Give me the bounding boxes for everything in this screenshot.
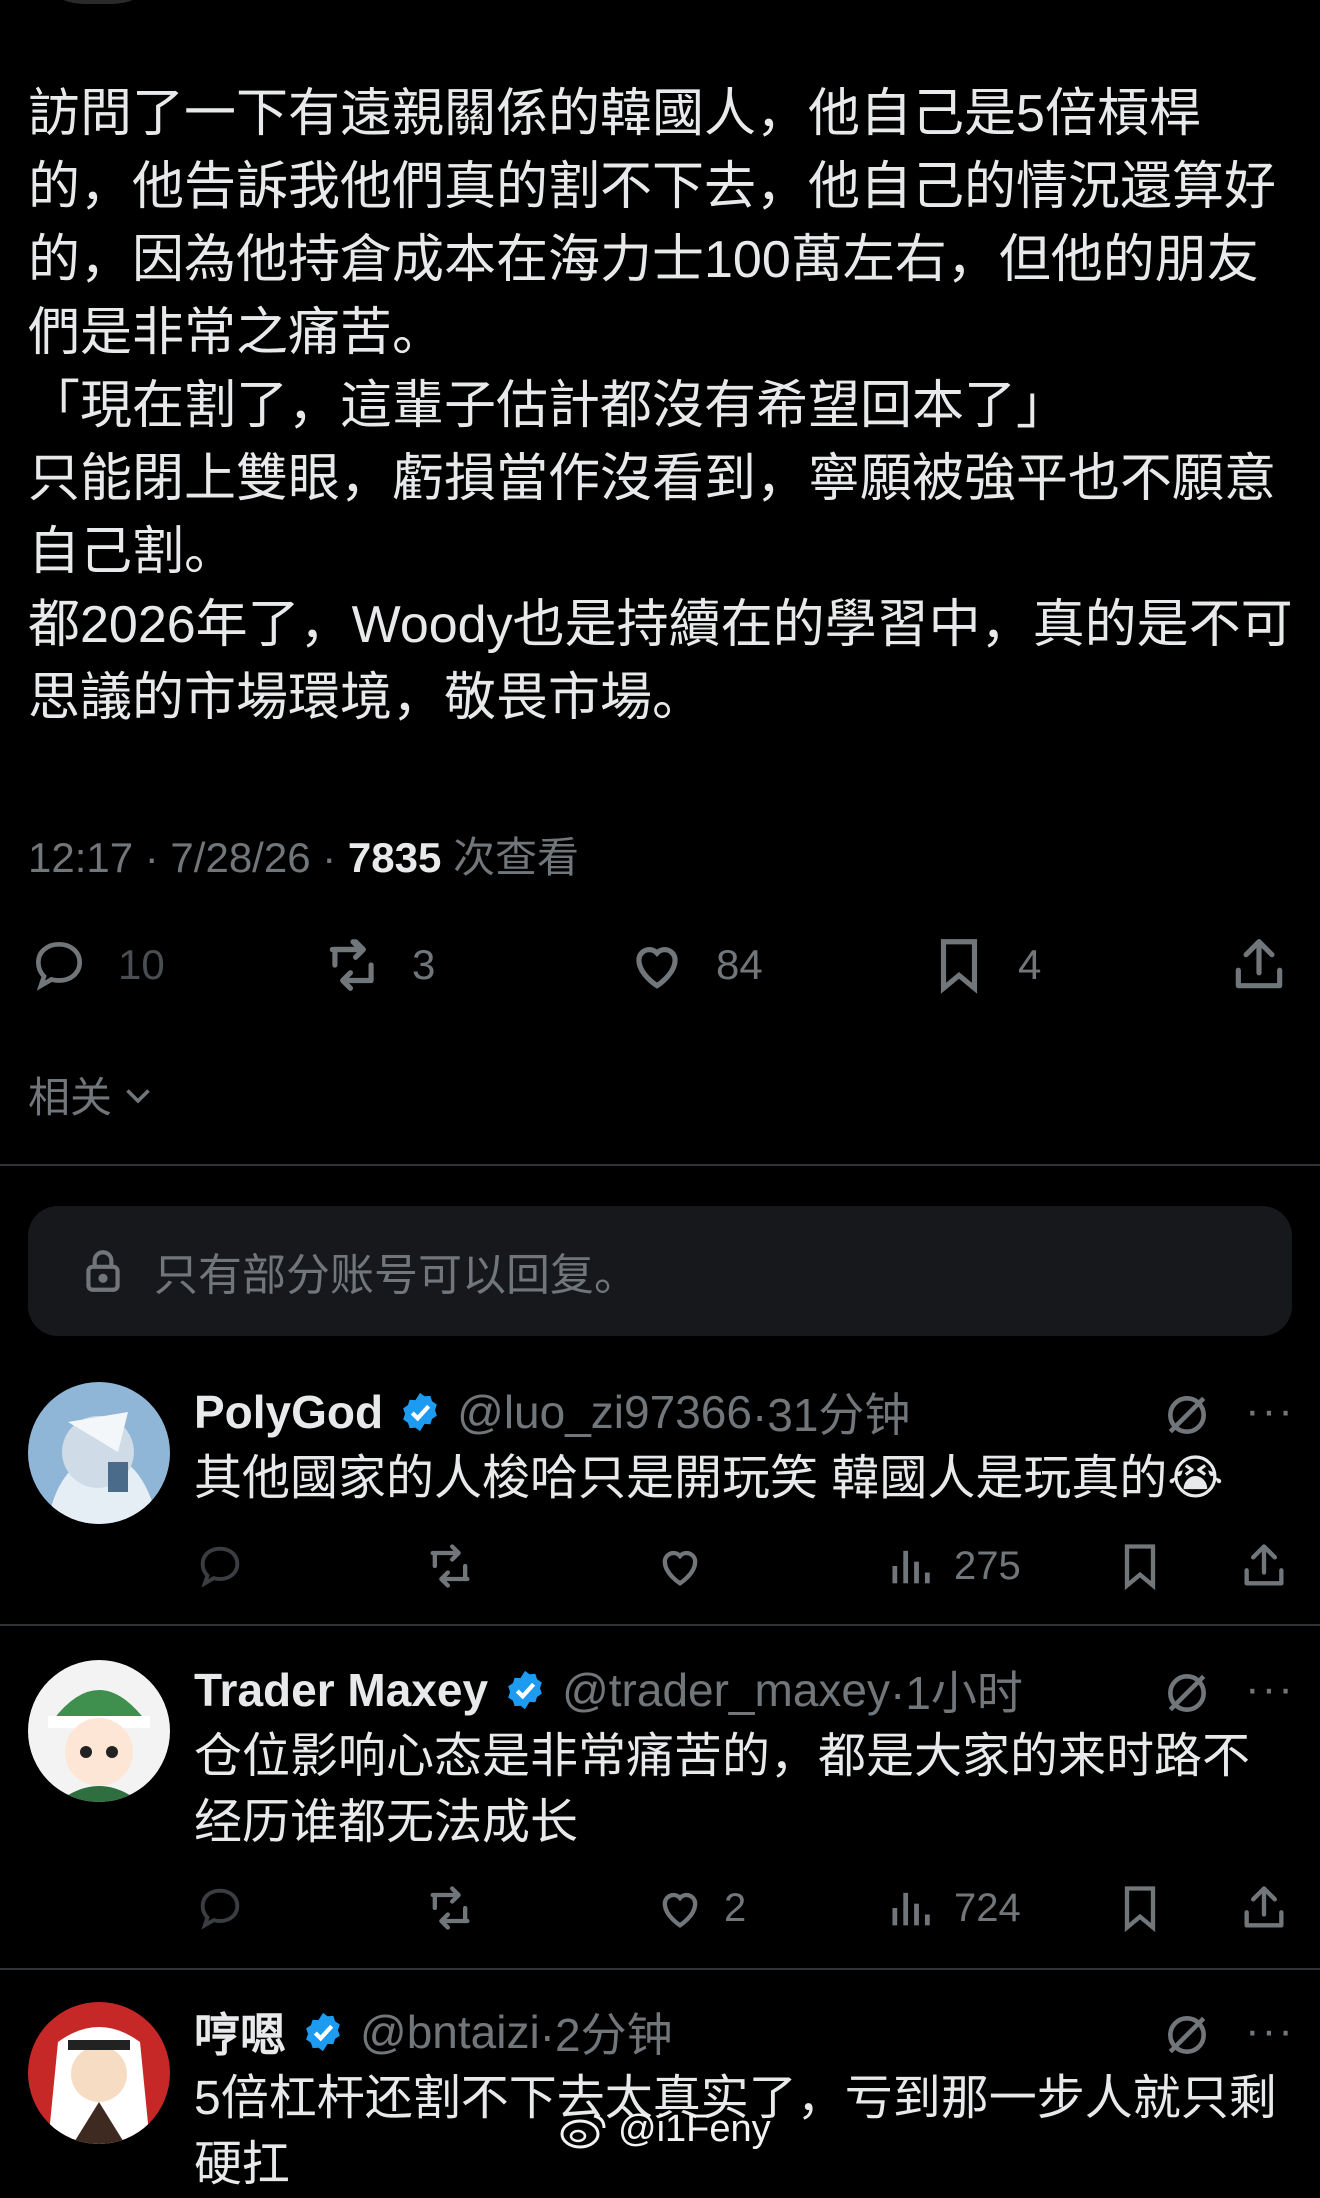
- lock-icon: [86, 1250, 120, 1292]
- bookmark-button[interactable]: 4: [928, 925, 1041, 1005]
- like-count: 84: [716, 941, 763, 988]
- reply-button[interactable]: 10: [28, 925, 165, 1005]
- heart-icon: [662, 1892, 698, 1928]
- heart-icon: [636, 947, 678, 989]
- share-button[interactable]: [1238, 1534, 1290, 1598]
- repost-icon: [430, 1544, 470, 1588]
- reply-icon: [200, 1888, 240, 1930]
- heart-icon: [662, 1550, 698, 1586]
- repost-button[interactable]: 3: [322, 925, 435, 1005]
- verified-badge-icon: [508, 1670, 542, 1710]
- view-label: 次查看: [441, 834, 579, 881]
- author-avatar[interactable]: [28, 0, 168, 4]
- like-button[interactable]: 2: [654, 1876, 746, 1940]
- avatar[interactable]: [28, 1660, 170, 1802]
- tweet-paragraph: 「現在割了，這輩子估計都沒有希望回本了」: [28, 377, 1069, 435]
- more-icon[interactable]: ···: [1245, 1386, 1295, 1436]
- chevron-down-icon: [126, 1088, 150, 1104]
- divider: [0, 1164, 1320, 1166]
- notice-text: 只有部分账号可以回复。: [154, 1251, 638, 1300]
- grok-icon[interactable]: [1162, 1390, 1212, 1440]
- share-icon: [1244, 1886, 1284, 1928]
- share-icon: [1244, 1544, 1284, 1586]
- related-toggle[interactable]: 相关: [28, 1064, 156, 1125]
- repost-icon: [430, 1886, 470, 1930]
- reply-actions: 2 724: [0, 1876, 1320, 1940]
- tweet-paragraph: 都2026年了，Woody也是持續在的學習中，真的是不可思議的市場環境，敬畏市場…: [28, 596, 1293, 727]
- weibo-icon: [560, 2114, 606, 2148]
- reply-time: ·1小时: [890, 1667, 1023, 1719]
- views-button[interactable]: 275: [884, 1534, 1021, 1598]
- display-name[interactable]: Trader Maxey: [194, 1663, 488, 1717]
- watermark-text: @i1Feny: [618, 2108, 771, 2150]
- divider: [0, 1968, 1320, 1970]
- verified-badge-icon: [403, 1392, 437, 1432]
- avatar[interactable]: [28, 2002, 170, 2144]
- bookmark-count: 4: [1018, 941, 1042, 988]
- repost-button[interactable]: [424, 1534, 476, 1598]
- tweet-paragraph: 只能閉上雙眼，虧損當作沒看到，寧願被強平也不願意自己割。: [28, 450, 1277, 581]
- tweet-text: 訪問了一下有遠親關係的韓國人，他自己是5倍槓桿的，他告訴我他們真的割不下去，他自…: [28, 78, 1298, 735]
- divider: [0, 1624, 1320, 1626]
- reply-icon: [36, 942, 82, 991]
- bookmark-icon: [1124, 1886, 1156, 1933]
- verified-badge-icon: [306, 2012, 340, 2052]
- bookmark-icon: [940, 939, 978, 994]
- grok-icon[interactable]: [1162, 2010, 1212, 2060]
- tweet-actions: 10 3 84 4: [0, 925, 1320, 1005]
- bookmark-button[interactable]: [1114, 1534, 1166, 1598]
- share-button[interactable]: [1228, 925, 1290, 1005]
- analytics-icon: [892, 1892, 930, 1926]
- display-name[interactable]: 哼嗯: [194, 1999, 286, 2065]
- tweet-time[interactable]: 12:17 · 7/28/26 ·: [28, 834, 348, 881]
- reply-time: ·2分钟: [539, 2009, 673, 2061]
- view-count: 724: [954, 1885, 1021, 1930]
- tweet-meta: 12:17 · 7/28/26 · 7835 次查看: [28, 824, 579, 885]
- repost-button[interactable]: [424, 1876, 476, 1940]
- reply-time: ·31分钟: [751, 1389, 911, 1441]
- related-label: 相关: [28, 1074, 113, 1121]
- more-icon[interactable]: ···: [1245, 1664, 1295, 1714]
- like-button[interactable]: 84: [626, 925, 763, 1005]
- tweet-paragraph: 訪問了一下有遠親關係的韓國人，他自己是5倍槓桿的，他告訴我他們真的割不下去，他自…: [28, 85, 1277, 362]
- like-count: 2: [724, 1885, 747, 1930]
- repost-icon: [329, 939, 374, 991]
- views-button[interactable]: 724: [884, 1876, 1021, 1940]
- view-count: 7835: [347, 834, 442, 881]
- reply-header: 哼嗯 @bntaizi ·2分钟: [194, 2002, 673, 2062]
- bookmark-button[interactable]: [1114, 1876, 1166, 1940]
- reply-header: PolyGod @luo_zi97366·31分钟: [194, 1382, 910, 1442]
- share-icon: [1235, 939, 1283, 989]
- analytics-icon: [892, 1550, 930, 1584]
- display-name[interactable]: PolyGod: [194, 1385, 383, 1439]
- reply-count: 10: [118, 941, 165, 988]
- reply-button[interactable]: [194, 1534, 246, 1598]
- reply-button[interactable]: [194, 1876, 246, 1940]
- reply-text: 其他國家的人梭哈只是開玩笑 韓國人是玩真的😭: [194, 1452, 1224, 1505]
- handle[interactable]: @luo_zi97366: [457, 1385, 752, 1439]
- reply-restriction-notice: 只有部分账号可以回复。: [28, 1206, 1292, 1336]
- grok-icon[interactable]: [1162, 1668, 1212, 1718]
- reply-text: 仓位影响心态是非常痛苦的，都是大家的来时路不经历谁都无法成长: [194, 1730, 1251, 1849]
- watermark: @i1Feny: [560, 2108, 771, 2151]
- reply-actions: 275: [0, 1534, 1320, 1598]
- like-button[interactable]: [654, 1534, 706, 1598]
- share-button[interactable]: [1238, 1876, 1290, 1940]
- reply-icon: [200, 1546, 240, 1588]
- bookmark-icon: [1124, 1544, 1156, 1591]
- handle[interactable]: @trader_maxey: [562, 1663, 890, 1717]
- view-count: 275: [954, 1543, 1021, 1588]
- reply-header: Trader Maxey @trader_maxey ·1小时: [194, 1660, 1023, 1720]
- avatar[interactable]: [28, 1382, 170, 1524]
- handle[interactable]: @bntaizi: [360, 2005, 540, 2059]
- repost-count: 3: [412, 941, 436, 988]
- more-icon[interactable]: ···: [1245, 2006, 1295, 2056]
